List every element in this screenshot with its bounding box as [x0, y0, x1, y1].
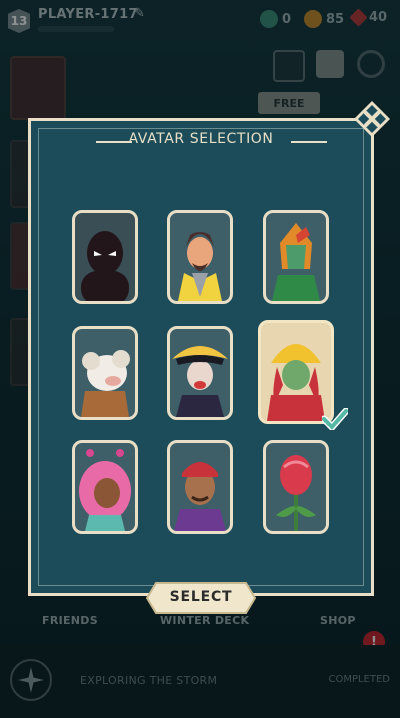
avatar-rose[interactable] [263, 440, 329, 534]
shadow-portrait-icon [81, 231, 129, 301]
pink-hair-girl-portrait-icon [79, 449, 131, 531]
rose-portrait-icon [276, 455, 316, 531]
avatar-bandana-pirate[interactable] [167, 440, 233, 534]
avatar-pirate-captain[interactable] [167, 326, 233, 420]
ram-portrait-icon [81, 350, 130, 417]
serpent-knight-portrait-icon [272, 223, 320, 301]
bandana-pirate-portrait-icon [174, 462, 226, 531]
avatar-wizard[interactable] [167, 210, 233, 304]
pirate-captain-portrait-icon [172, 346, 228, 417]
wizard-portrait-icon [178, 232, 222, 301]
select-button-label: SELECT [169, 589, 233, 605]
select-button[interactable]: SELECT [145, 582, 257, 614]
modal-title: AVATAR SELECTION [128, 131, 274, 147]
avatar-shadow[interactable] [72, 210, 138, 304]
avatar-serpent-knight[interactable] [263, 210, 329, 304]
avatar-ram[interactable] [72, 326, 138, 420]
close-button[interactable] [353, 100, 391, 138]
avatar-pink-hair-girl[interactable] [72, 440, 138, 534]
sun-priestess-portrait-icon [261, 323, 331, 421]
selected-check-icon [320, 407, 350, 433]
